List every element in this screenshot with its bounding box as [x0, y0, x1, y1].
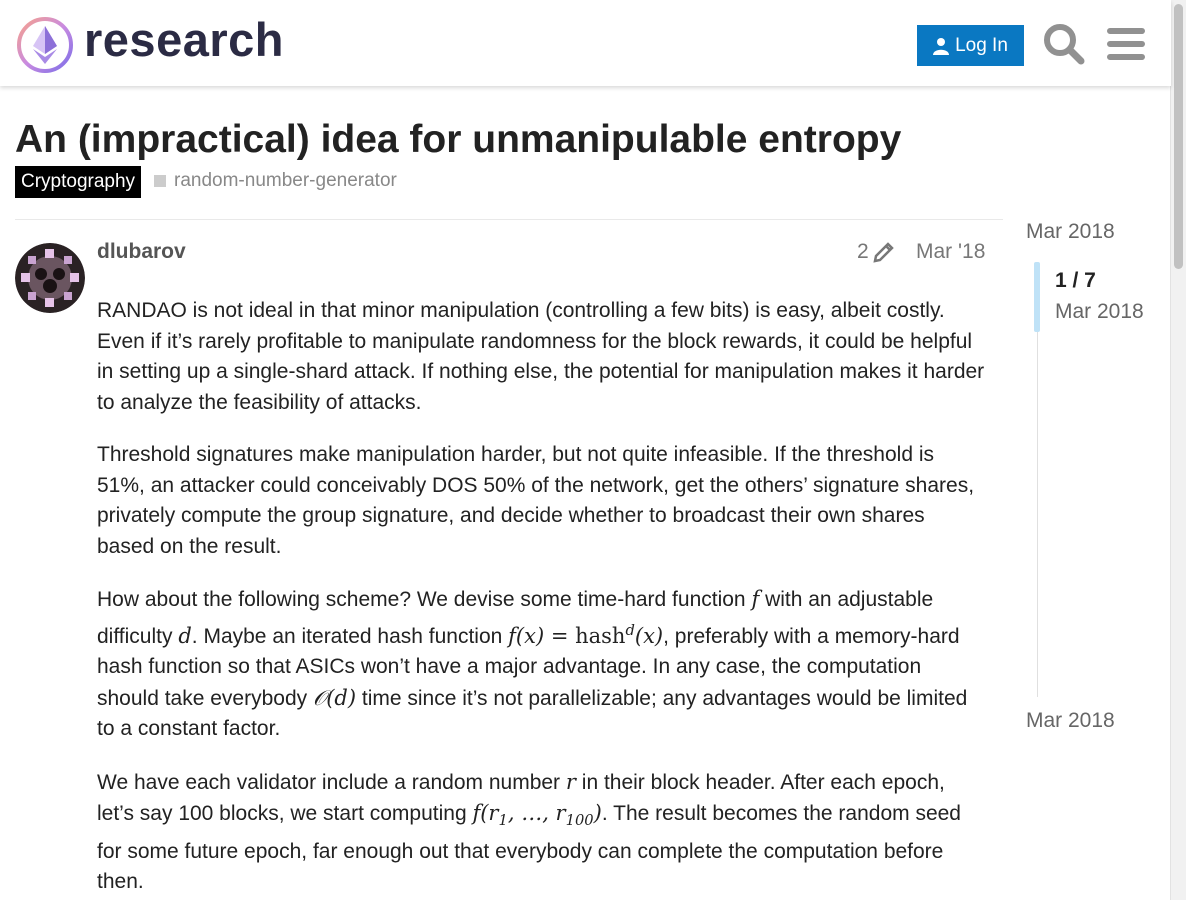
post-paragraph-3: How about the following scheme? We devis…: [97, 584, 987, 745]
timeline-scroll-handle[interactable]: [1034, 262, 1040, 332]
scrollbar-thumb[interactable]: [1174, 4, 1183, 269]
hamburger-menu-icon[interactable]: [1104, 22, 1148, 66]
math-inline: f(x) = hashd(x): [508, 621, 664, 648]
post-paragraph-1: RANDAO is not ideal in that minor manipu…: [97, 299, 985, 414]
text-run: . Maybe an iterated hash function: [191, 624, 509, 648]
timeline-end-date[interactable]: Mar 2018: [1026, 709, 1115, 733]
edit-count: 2: [857, 240, 869, 263]
math-part: hash: [575, 623, 626, 648]
math-inline: 𝒪(d): [312, 685, 357, 710]
post-paragraph-2: Threshold signatures make manipulation h…: [97, 443, 975, 558]
tag-link[interactable]: random-number-generator: [154, 170, 397, 192]
timeline-start-date[interactable]: Mar 2018: [1026, 220, 1115, 244]
math-part: 100: [565, 812, 594, 830]
math-inline: f(r1, …, r100): [472, 801, 602, 829]
math-part: , …, r: [507, 801, 566, 825]
math-part: d: [625, 621, 635, 639]
ethereum-logo-icon[interactable]: [16, 16, 74, 74]
post-body: RANDAO is not ideal in that minor manipu…: [97, 296, 987, 920]
tag-square-icon: [154, 175, 166, 187]
post-author[interactable]: dlubarov: [97, 240, 186, 264]
user-icon: [933, 37, 950, 55]
math-part: f(x) =: [508, 623, 576, 648]
math-inline: r: [565, 769, 576, 794]
math-part: (x): [634, 623, 664, 648]
math-part: ): [593, 801, 602, 825]
text-run: We have each validator include a random …: [97, 770, 566, 794]
site-name[interactable]: research: [84, 12, 284, 67]
login-label: Log In: [955, 34, 1008, 56]
timeline-current-date: Mar 2018: [1055, 300, 1144, 323]
timeline-position: 1 / 7: [1055, 269, 1096, 292]
site-header: research Log In: [0, 0, 1171, 86]
post-paragraph-4: We have each validator include a random …: [97, 767, 987, 898]
math-inline: d: [178, 623, 192, 648]
page-scrollbar[interactable]: [1170, 0, 1186, 900]
avatar[interactable]: [15, 243, 85, 313]
search-icon[interactable]: [1042, 22, 1086, 66]
pencil-icon: [873, 242, 894, 263]
topic-divider: [15, 219, 1003, 220]
login-button[interactable]: Log In: [917, 25, 1024, 66]
post-date[interactable]: Mar '18: [916, 240, 985, 264]
category-badge[interactable]: Cryptography: [15, 166, 142, 198]
text-run: How about the following scheme? We devis…: [97, 588, 752, 611]
edit-history-button[interactable]: 2: [857, 240, 895, 264]
topic-title[interactable]: An (impractical) idea for unmanipulable …: [15, 118, 901, 162]
math-part: 1: [498, 812, 508, 830]
topic-timeline: Mar 2018 1 / 7 Mar 2018 Mar 2018: [1026, 220, 1171, 740]
math-part: f(r: [472, 801, 499, 825]
tag-label: random-number-generator: [174, 170, 397, 191]
